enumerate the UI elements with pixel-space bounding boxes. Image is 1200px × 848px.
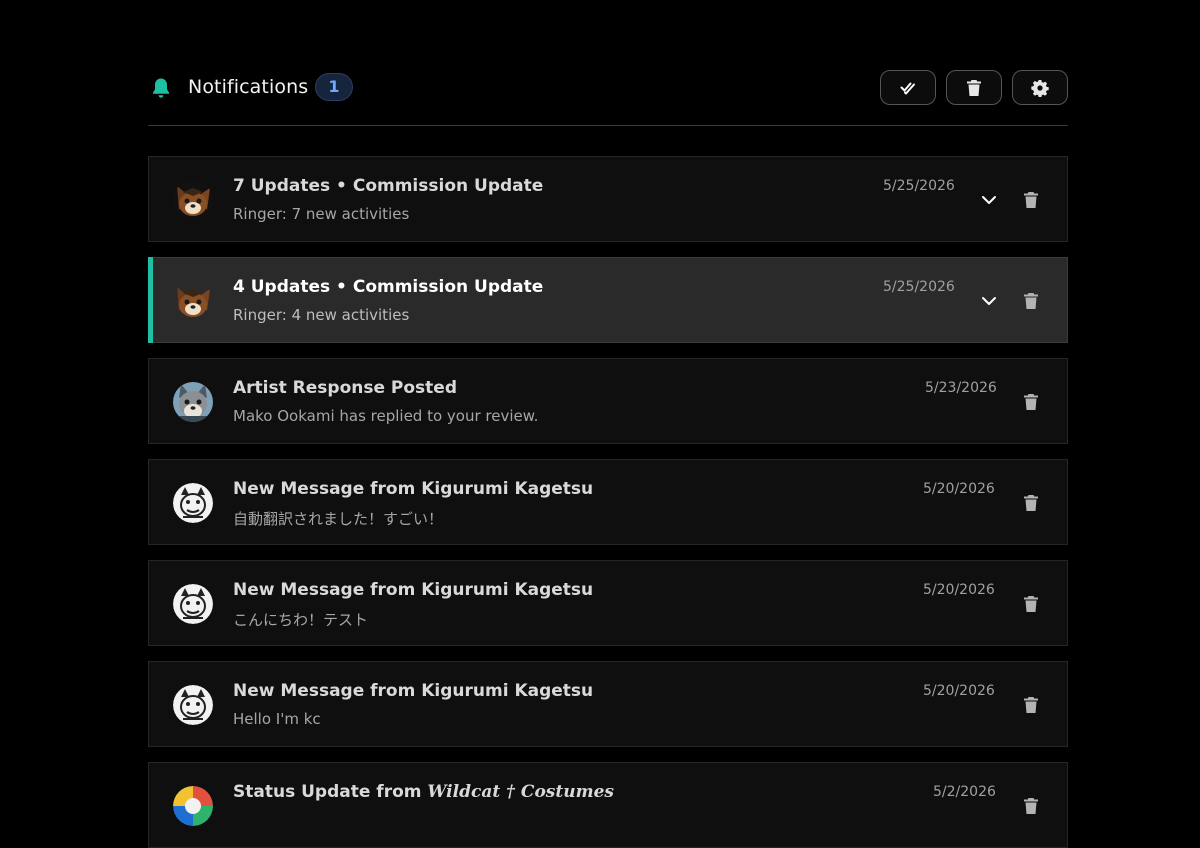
gear-icon [1031, 79, 1049, 97]
notification-title: New Message from Kigurumi Kagetsu [233, 681, 594, 701]
expand-button[interactable] [975, 188, 1003, 212]
notification-item[interactable]: Artist Response Posted Mako Ookami has r… [148, 358, 1068, 444]
notification-date: 5/2/2026 [933, 784, 996, 800]
notification-title: 7 Updates • Commission Update [233, 176, 544, 196]
delete-button[interactable] [1017, 693, 1045, 717]
trash-icon [1024, 697, 1038, 713]
notification-date: 5/20/2026 [923, 582, 995, 598]
notification-item[interactable]: Status Update from Wildcat † Costumes 5/… [148, 762, 1068, 848]
wolf-character-avatar [173, 382, 213, 422]
bell-icon [153, 78, 169, 98]
brand-name: Wildcat † Costumes [427, 782, 614, 802]
trash-icon [1024, 495, 1038, 511]
trash-icon [1024, 192, 1038, 208]
notification-date: 5/23/2026 [925, 380, 997, 396]
notification-subtitle: Ringer: 7 new activities [233, 205, 410, 223]
trash-icon [1024, 596, 1038, 612]
expand-button[interactable] [975, 289, 1003, 313]
delete-button[interactable] [1017, 188, 1045, 212]
chevron-down-icon [982, 297, 996, 305]
notification-item[interactable]: New Message from Kigurumi Kagetsu 自動翻訳され… [148, 459, 1068, 545]
kagetsu-logo-avatar [173, 483, 213, 523]
notification-title: Artist Response Posted [233, 378, 457, 398]
delete-button[interactable] [1017, 289, 1045, 313]
settings-button[interactable] [1012, 70, 1068, 105]
delete-button[interactable] [1017, 491, 1045, 515]
double-check-icon [900, 82, 915, 94]
notification-date: 5/20/2026 [923, 481, 995, 497]
notification-item[interactable]: New Message from Kigurumi Kagetsu Hello … [148, 661, 1068, 747]
page-title: Notifications [188, 76, 309, 98]
notification-subtitle: Mako Ookami has replied to your review. [233, 407, 539, 425]
delete-button[interactable] [1017, 592, 1045, 616]
trash-icon [1024, 293, 1038, 309]
trash-icon [967, 79, 981, 96]
notification-item[interactable]: New Message from Kigurumi Kagetsu こんにちわ！… [148, 560, 1068, 646]
notification-date: 5/25/2026 [883, 178, 955, 194]
notification-subtitle: Hello I'm kc [233, 710, 321, 728]
kagetsu-logo-avatar [173, 685, 213, 725]
notification-title: New Message from Kigurumi Kagetsu [233, 580, 594, 600]
notification-item[interactable]: 4 Updates • Commission Update Ringer: 4 … [148, 257, 1068, 343]
notification-subtitle: Ringer: 4 new activities [233, 306, 410, 324]
unread-indicator [148, 257, 153, 343]
fox-character-avatar [173, 180, 213, 220]
kagetsu-logo-avatar [173, 584, 213, 624]
notification-item[interactable]: 7 Updates • Commission Update Ringer: 7 … [148, 156, 1068, 242]
notification-title: 4 Updates • Commission Update [233, 277, 544, 297]
delete-button[interactable] [1017, 794, 1045, 818]
notification-title: New Message from Kigurumi Kagetsu [233, 479, 594, 499]
chevron-down-icon [982, 196, 996, 204]
notification-title-prefix: Status Update from [233, 782, 428, 802]
notification-subtitle: こんにちわ！テスト [233, 611, 369, 629]
wildcat-logo-avatar [173, 786, 213, 826]
unread-count-badge: 1 [315, 73, 353, 101]
notifications-header: Notifications 1 [148, 70, 1068, 106]
notification-date: 5/25/2026 [883, 279, 955, 295]
trash-icon [1024, 394, 1038, 410]
notification-subtitle: 自動翻訳されました！すごい！ [233, 510, 444, 528]
delete-button[interactable] [1017, 390, 1045, 414]
notification-date: 5/20/2026 [923, 683, 995, 699]
clear-all-button[interactable] [946, 70, 1002, 105]
fox-character-avatar [173, 281, 213, 321]
notification-title: Status Update from Wildcat † Costumes [233, 782, 614, 802]
mark-all-read-button[interactable] [880, 70, 936, 105]
header-divider [148, 125, 1068, 126]
